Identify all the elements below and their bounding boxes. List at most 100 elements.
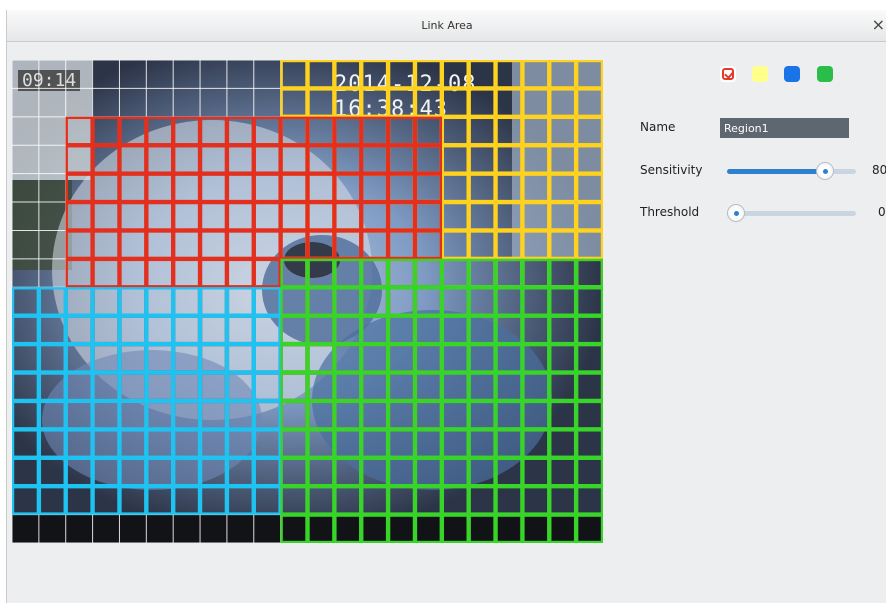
region-cell[interactable] <box>253 315 281 345</box>
region-cell[interactable] <box>92 457 120 487</box>
region-cell[interactable] <box>307 145 335 174</box>
region-cell[interactable] <box>226 145 254 174</box>
region-cell[interactable] <box>334 258 362 288</box>
region-cell[interactable] <box>92 429 120 458</box>
region-cell[interactable] <box>334 258 362 288</box>
region-cell[interactable] <box>199 400 228 430</box>
region-cell[interactable] <box>172 116 201 146</box>
region-cell[interactable] <box>280 400 308 430</box>
region-cell[interactable] <box>146 201 174 231</box>
region-cell[interactable] <box>172 400 201 430</box>
region-cell[interactable] <box>575 372 603 402</box>
region-cell[interactable] <box>334 60 362 89</box>
region-cell[interactable] <box>92 258 120 288</box>
region-cell[interactable] <box>468 145 496 174</box>
region-cell[interactable] <box>307 429 335 458</box>
region-cell[interactable] <box>522 514 550 543</box>
region-cell[interactable] <box>334 173 362 203</box>
region-cell[interactable] <box>575 201 603 231</box>
region-cell[interactable] <box>226 315 254 345</box>
region-cell[interactable] <box>387 173 416 203</box>
region-cell[interactable] <box>253 287 281 316</box>
region-cell[interactable] <box>549 230 577 260</box>
region-cell[interactable] <box>334 287 362 316</box>
region-cell[interactable] <box>387 315 416 345</box>
region-cell[interactable] <box>280 258 308 288</box>
region-cell[interactable] <box>468 372 496 402</box>
region-cell[interactable] <box>334 514 362 543</box>
region-cell[interactable] <box>495 116 523 146</box>
region-cell[interactable] <box>307 116 335 146</box>
region-cell[interactable] <box>387 372 416 402</box>
region-cell[interactable] <box>387 514 416 543</box>
region-cell[interactable] <box>253 400 281 430</box>
region-cell[interactable] <box>199 258 228 288</box>
region-cell[interactable] <box>387 258 416 288</box>
region-cell[interactable] <box>387 88 416 118</box>
region-cell[interactable] <box>226 201 254 231</box>
region-cell[interactable] <box>253 400 281 430</box>
region-cell[interactable] <box>119 372 147 402</box>
region-cell[interactable] <box>65 201 93 231</box>
region-cell[interactable] <box>522 173 550 203</box>
region-cell[interactable] <box>92 201 120 231</box>
region-cell[interactable] <box>65 343 93 373</box>
region-cell[interactable] <box>575 145 603 174</box>
region-cell[interactable] <box>334 372 362 402</box>
region-cell[interactable] <box>414 88 443 118</box>
region-cell[interactable] <box>522 145 550 174</box>
region-cell[interactable] <box>495 485 523 515</box>
motion-grid-overlay[interactable] <box>12 60 603 543</box>
region-cell[interactable] <box>414 343 443 373</box>
region-cell[interactable] <box>441 514 469 543</box>
region-cell[interactable] <box>119 287 147 316</box>
region-cell[interactable] <box>253 145 281 174</box>
region-cell[interactable] <box>522 201 550 231</box>
region-cell[interactable] <box>65 287 93 316</box>
region-cell[interactable] <box>387 230 416 260</box>
region-cell[interactable] <box>65 372 93 402</box>
region-cell[interactable] <box>495 60 523 89</box>
region-cell[interactable] <box>575 116 603 146</box>
region-cell[interactable] <box>441 343 469 373</box>
region-cell[interactable] <box>414 372 443 402</box>
region-cell[interactable] <box>361 514 389 543</box>
region-cell[interactable] <box>65 230 93 260</box>
region-cell[interactable] <box>38 315 66 345</box>
region-cell[interactable] <box>307 230 335 260</box>
region-cell[interactable] <box>226 315 254 345</box>
region-cell[interactable] <box>226 372 254 402</box>
region-cell[interactable] <box>172 201 201 231</box>
region-cell[interactable] <box>361 258 389 288</box>
region-cell[interactable] <box>307 201 335 231</box>
region-cell[interactable] <box>119 315 147 345</box>
region-cell[interactable] <box>280 145 308 174</box>
region-cell[interactable] <box>119 429 147 458</box>
region-cell[interactable] <box>38 457 66 487</box>
region-cell[interactable] <box>65 315 93 345</box>
region-cell[interactable] <box>199 400 228 430</box>
region-cell[interactable] <box>119 145 147 174</box>
region-cell[interactable] <box>361 230 389 260</box>
region-cell[interactable] <box>414 400 443 430</box>
region-cell[interactable] <box>414 258 443 288</box>
region-cell[interactable] <box>172 230 201 260</box>
region-cell[interactable] <box>522 258 550 288</box>
region-cell[interactable] <box>307 145 335 174</box>
region-cell[interactable] <box>414 201 443 231</box>
region-cell[interactable] <box>38 400 66 430</box>
region-cell[interactable] <box>334 372 362 402</box>
region-cell[interactable] <box>334 116 362 146</box>
region-cell[interactable] <box>549 457 577 487</box>
region-cell[interactable] <box>441 287 469 316</box>
region-cell[interactable] <box>280 287 308 316</box>
region-cell[interactable] <box>549 145 577 174</box>
region-cell[interactable] <box>387 201 416 231</box>
region-cell[interactable] <box>199 230 228 260</box>
region-cell[interactable] <box>146 485 174 515</box>
region-cell[interactable] <box>65 173 93 203</box>
region-cell[interactable] <box>522 485 550 515</box>
threshold-thumb[interactable] <box>727 204 745 222</box>
region-cell[interactable] <box>199 343 228 373</box>
sensitivity-thumb[interactable] <box>815 162 834 180</box>
